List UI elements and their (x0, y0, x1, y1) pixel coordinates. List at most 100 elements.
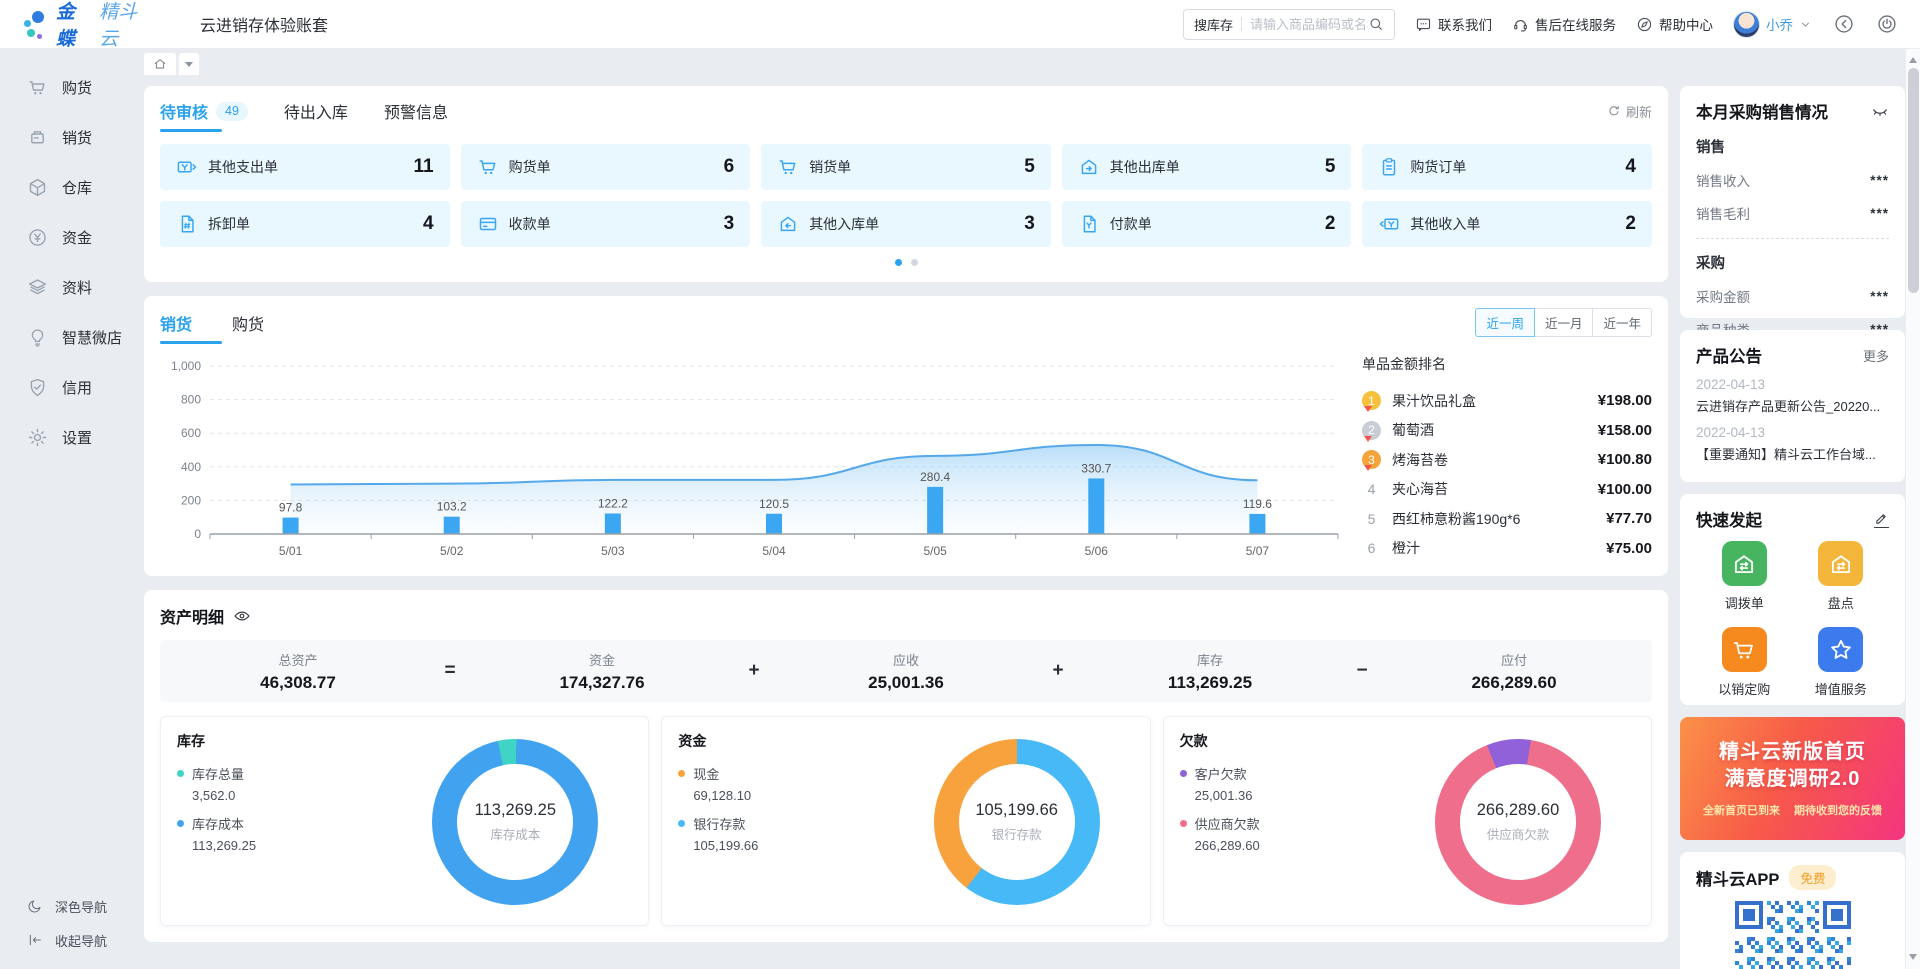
search-box[interactable]: 搜库存 (1183, 9, 1395, 40)
sidebar-item-funds[interactable]: 资金 (0, 212, 144, 262)
back-to-old-version-button[interactable] (1832, 13, 1855, 36)
sidebar-item-data[interactable]: 资料 (0, 262, 144, 312)
todo-card-count: 3 (724, 213, 735, 235)
refresh-button[interactable]: 刷新 (1607, 102, 1652, 130)
donut-center: 105,199.66 银行存款 (959, 764, 1075, 880)
sales-trend-chart[interactable]: 02004006008001,00097.8103.2122.2120.5280… (160, 350, 1352, 568)
tab-sales-trend[interactable]: 销货 (160, 311, 192, 344)
svg-text:600: 600 (181, 426, 201, 440)
sidebar-item-sales[interactable]: 销货 (0, 112, 144, 162)
ranking-row[interactable]: 5 西红柿意粉酱190g*6 ¥77.70 (1362, 504, 1652, 534)
assets-header: 资产明细 (160, 604, 1652, 628)
quick-action-transfer[interactable]: 调拨单 (1696, 541, 1793, 612)
sidebar-item-purchase[interactable]: 购货 (0, 62, 144, 112)
formula-label: 应收 (768, 650, 1044, 669)
todo-card-receipt[interactable]: 收款单 3 (461, 201, 751, 247)
ranking-row[interactable]: 1 果汁饮品礼盒 ¥198.00 (1362, 386, 1652, 416)
banner-title-line1: 精斗云新版首页 (1719, 739, 1866, 766)
sidebar-item-credit[interactable]: 信用 (0, 362, 144, 412)
month-summary-title: 本月采购销售情况 (1696, 99, 1828, 123)
quick-action-value-added[interactable]: 增值服务 (1793, 627, 1890, 698)
dark-nav-toggle[interactable]: 深色导航 (0, 889, 144, 923)
sidebar-item-warehouse[interactable]: 仓库 (0, 162, 144, 212)
tab-warning-info[interactable]: 预警信息 (384, 99, 448, 132)
todo-card-other-expense[interactable]: 其他支出单 11 (160, 144, 450, 190)
scroll-down-arrow[interactable] (1906, 951, 1920, 967)
svg-text:5/04: 5/04 (762, 544, 786, 558)
range-month-button[interactable]: 近一月 (1534, 308, 1594, 337)
help-center-label: 帮助中心 (1659, 14, 1713, 34)
funds-donut-chart[interactable]: 105,199.66 银行存款 (934, 739, 1100, 905)
after-sales-service-link[interactable]: 售后在线服务 (1512, 14, 1616, 34)
collapse-nav-toggle[interactable]: 收起导航 (0, 923, 144, 957)
help-center-link[interactable]: 帮助中心 (1636, 14, 1713, 34)
announcement-item[interactable]: 2022-04-13 云进销存产品更新公告_20220... (1696, 377, 1889, 415)
quick-action-sales-purchase[interactable]: 以销定购 (1696, 627, 1793, 698)
sidebar-item-settings[interactable]: 设置 (0, 412, 144, 462)
logout-button[interactable] (1875, 13, 1898, 36)
home-tab[interactable] (144, 53, 176, 75)
todo-card-other-inbound[interactable]: 其他入库单 3 (761, 201, 1051, 247)
ranking-row[interactable]: 3 烤海苔卷 ¥100.80 (1362, 445, 1652, 475)
ranking-row[interactable]: 6 橙汁 ¥75.00 (1362, 534, 1652, 564)
page-body: 购货 销货 仓库 资金 资料 智慧微店 信用 设置 (0, 48, 1920, 969)
tab-list-dropdown[interactable] (179, 53, 199, 75)
todo-card-purchase-order[interactable]: 购货单 6 (461, 144, 751, 190)
vertical-scrollbar[interactable] (1905, 48, 1920, 969)
money-out-icon (176, 156, 198, 178)
todo-card-disassembly[interactable]: 拆卸单 4 (160, 201, 450, 247)
todo-card-other-outbound[interactable]: 其他出库单 5 (1062, 144, 1352, 190)
survey-banner[interactable]: 精斗云新版首页 满意度调研2.0 全新首页已到来 期待收到您的反馈 (1680, 717, 1905, 840)
inventory-donut-chart[interactable]: 113,269.25 库存成本 (432, 739, 598, 905)
ranking-row[interactable]: 4 夹心海苔 ¥100.00 (1362, 475, 1652, 505)
edit-quick-actions-button[interactable] (1874, 511, 1889, 528)
pagination-dot-1[interactable] (895, 259, 902, 266)
todo-card-other-income[interactable]: 其他收入单 2 (1362, 201, 1652, 247)
range-week-button[interactable]: 近一周 (1475, 308, 1535, 337)
tab-pending-review[interactable]: 待审核 49 (160, 99, 248, 132)
todo-card-sales-order[interactable]: 销货单 5 (761, 144, 1051, 190)
debt-donut-chart[interactable]: 266,289.60 供应商欠款 (1435, 739, 1601, 905)
tab-label: 待出入库 (284, 99, 348, 123)
scroll-up-arrow[interactable] (1906, 50, 1920, 66)
legend-label: 供应商欠款 (1195, 814, 1260, 833)
workspace-tabstrip (144, 53, 1905, 75)
pagination-dot-2[interactable] (911, 259, 918, 266)
tab-pending-inout[interactable]: 待出入库 (284, 99, 348, 132)
quick-actions-panel: 快速发起 调拨单 盘点 以 (1680, 494, 1905, 705)
trend-panel: 销货 购货 近一周 近一月 近一年 (144, 296, 1668, 576)
payment-doc-icon (1078, 213, 1100, 235)
formula-label: 资金 (464, 650, 740, 669)
scrollbar-thumb[interactable] (1908, 68, 1919, 293)
contact-us-link[interactable]: 联系我们 (1415, 14, 1492, 34)
rank-number: 4 (1362, 481, 1381, 497)
back-icon (1833, 13, 1855, 35)
announcement-text: 云进销存产品更新公告_20220... (1696, 396, 1889, 415)
search-input[interactable] (1250, 17, 1368, 32)
announcement-item[interactable]: 2022-04-13 【重要通知】精斗云工作台域... (1696, 425, 1889, 463)
legend-label: 银行存款 (693, 814, 745, 833)
legend-label: 客户欠款 (1195, 764, 1247, 783)
ranking-row[interactable]: 2 葡萄酒 ¥158.00 (1362, 416, 1652, 446)
search-scope-label[interactable]: 搜库存 (1194, 15, 1233, 34)
todo-card-purchase-request[interactable]: 购货订单 4 (1362, 144, 1652, 190)
rank-number: 5 (1362, 511, 1381, 527)
more-link[interactable]: 更多 (1863, 346, 1889, 365)
range-year-button[interactable]: 近一年 (1592, 308, 1652, 337)
search-icon[interactable] (1368, 16, 1384, 32)
eye-closed-icon[interactable] (1871, 102, 1889, 120)
svg-text:800: 800 (181, 393, 201, 407)
todo-card-payment[interactable]: 付款单 2 (1062, 201, 1352, 247)
quick-action-stocktake[interactable]: 盘点 (1793, 541, 1890, 612)
user-menu[interactable]: 小乔 (1733, 11, 1812, 38)
eye-icon[interactable] (233, 607, 251, 625)
trend-body: 02004006008001,00097.8103.2122.2120.5280… (160, 350, 1652, 568)
contact-us-label: 联系我们 (1438, 14, 1492, 34)
tab-purchase-trend[interactable]: 购货 (232, 311, 264, 344)
sidebar-item-smart-shop[interactable]: 智慧微店 (0, 312, 144, 362)
value-added-star-icon (1818, 627, 1863, 672)
search-divider (1241, 17, 1242, 31)
svg-text:122.2: 122.2 (598, 496, 628, 510)
brand-logo[interactable]: 金蝶 精斗云 (22, 0, 152, 51)
summary-row: 采购金额 *** (1696, 286, 1889, 306)
